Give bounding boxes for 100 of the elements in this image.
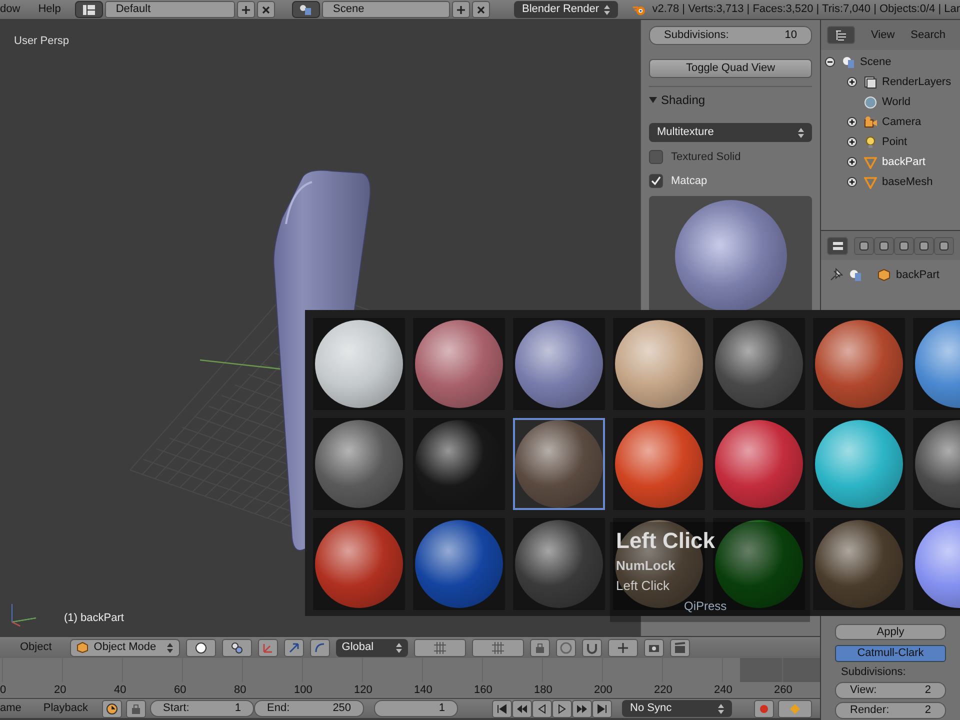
expand-icon[interactable] [847,77,857,87]
curve-icon [314,642,326,654]
record-button[interactable] [754,700,774,718]
tree-item[interactable]: baseMesh [882,174,933,190]
checkbox-label: Textured Solid [671,150,741,165]
pivot-icon [230,642,243,654]
apply-button[interactable]: Apply [835,624,946,640]
panel-title[interactable]: Shading [661,91,706,109]
tick-label: 20 [54,683,66,698]
tick-label: 100 [294,683,312,698]
magnet-button[interactable] [582,638,602,656]
overlay-app-label: QiPress [684,598,728,615]
menu-item[interactable]: dow [0,1,20,18]
shading-mode-dropdown[interactable]: Multitexture [649,123,812,142]
key-history-text: Left Click [616,577,670,595]
snap-button[interactable] [608,638,638,656]
jump-start-icon [496,702,508,714]
outliner-button[interactable] [827,26,855,44]
menu-item[interactable]: View [871,26,895,44]
add-button[interactable] [452,1,470,18]
lock-icon [534,642,546,654]
layers-grid-icon [492,642,504,654]
expand-icon[interactable] [847,137,857,147]
toggle-quad-view-button[interactable]: Toggle Quad View [649,59,812,78]
expand-icon[interactable] [847,117,857,127]
number-field[interactable]: View: 2 [835,682,946,699]
tick-label: 120 [354,683,372,698]
tick-label: 220 [654,683,672,698]
delete-button[interactable] [472,1,490,18]
name-field[interactable]: Default [104,1,235,18]
lock-button[interactable] [126,700,146,718]
curve-button[interactable] [310,638,330,656]
view-label: User Persp [14,34,70,49]
fast-forward-button[interactable] [572,700,592,718]
start-frame-field[interactable]: Start: 1 [150,700,254,717]
transform-axes-button[interactable] [258,638,278,656]
active-object-label: (1) backPart [64,610,124,626]
circle-button[interactable] [556,638,576,656]
arrow-button[interactable] [284,638,304,656]
tree-item[interactable]: RenderLayers [882,74,952,90]
tree-item[interactable]: Point [882,134,908,150]
clapperboard-button[interactable] [670,638,690,656]
keyframe-button[interactable] [778,700,812,718]
tick-label: 40 [114,683,126,698]
layers-grid-icon [434,642,446,654]
sphere-button[interactable] [186,638,216,656]
jump-end-button[interactable] [592,700,612,718]
name-field[interactable]: Scene [322,1,450,18]
end-frame-field[interactable]: End: 250 [254,700,364,717]
menu-item[interactable]: ame [0,700,22,717]
collapse-icon[interactable] [825,57,835,67]
updown-arrows-icon [718,702,724,714]
close-icon [260,4,271,14]
menu-item[interactable]: Help [38,1,61,18]
tick-label: 260 [774,683,792,698]
plus-icon [240,4,251,14]
editor-type-button[interactable] [827,236,848,254]
layout-selector-button[interactable] [292,1,320,18]
breadcrumb-text: backPart [896,268,940,283]
orientation-dropdown[interactable]: Global [336,638,408,656]
section-label: Subdivisions: [840,665,907,679]
rewind-button[interactable] [512,700,532,718]
tree-item[interactable]: World [882,94,911,110]
add-button[interactable] [236,1,255,18]
checkbox[interactable] [649,150,663,164]
lock-button[interactable] [530,638,550,656]
expand-icon[interactable] [847,157,857,167]
layout-selector-button[interactable] [74,1,103,18]
layers-grid-button[interactable] [414,638,466,656]
pivot-button[interactable] [222,638,252,656]
play-button[interactable] [552,700,572,718]
keyframe-icon [789,702,802,714]
menu-item[interactable]: Search [910,26,946,44]
mode-dropdown[interactable]: Object Mode [70,638,180,656]
tree-item[interactable]: Scene [860,54,892,70]
checkbox[interactable] [649,174,663,188]
menu-item[interactable]: Playback [43,700,88,717]
tick-label: 200 [594,683,612,698]
render-engine-dropdown[interactable]: Blender Render [514,1,618,18]
outliner-icon [835,29,847,41]
expand-icon[interactable] [847,177,857,187]
rewind-icon [516,702,528,714]
current-frame-field[interactable]: 1 [374,700,458,717]
tick-label: 160 [474,683,492,698]
tick-label: 60 [174,683,186,698]
number-field[interactable]: Render: 2 [835,702,946,719]
play-reverse-button[interactable] [532,700,552,718]
clock-button[interactable] [102,700,122,718]
tree-item[interactable]: Camera [882,114,922,130]
tick-label: 80 [234,683,246,698]
tree-item[interactable]: backPart [882,154,926,170]
subdivision-type-button[interactable]: Catmull-Clark [835,645,946,662]
menu-item[interactable]: Object [20,639,52,656]
delete-button[interactable] [256,1,275,18]
layers-grid-button[interactable] [472,638,524,656]
sync-dropdown[interactable]: No Sync [622,700,732,717]
subdivisions-field[interactable]: Subdivisions: 10 [649,26,812,45]
jump-start-button[interactable] [492,700,512,718]
arrow-icon [288,642,300,654]
tick-label: 240 [714,683,732,698]
